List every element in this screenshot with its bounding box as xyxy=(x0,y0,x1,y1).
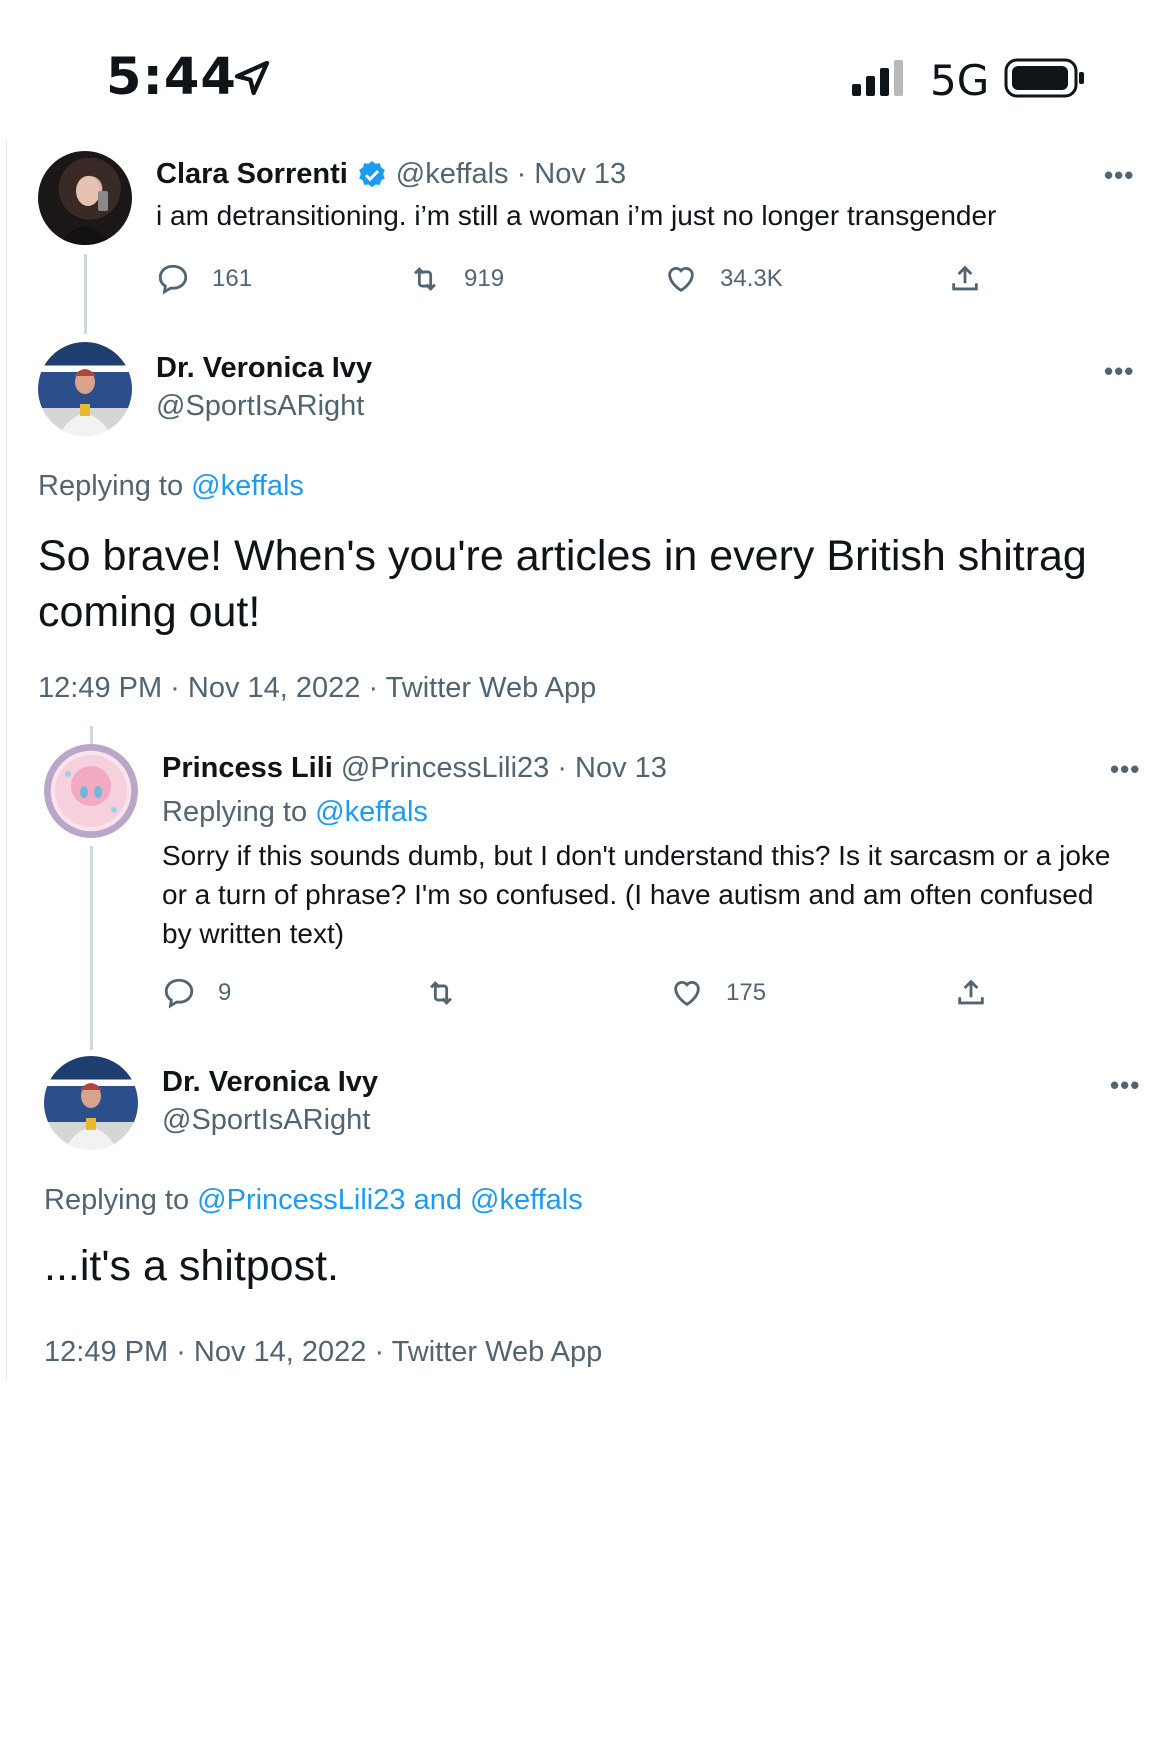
tweet-text: Sorry if this sounds dumb, but I don't u… xyxy=(162,840,1111,949)
avatar[interactable] xyxy=(44,1056,138,1150)
share-icon xyxy=(958,979,984,1005)
tweet-text: i am detransitioning. i’m still a woman … xyxy=(156,200,997,231)
retweet-button[interactable]: 919 xyxy=(408,262,504,296)
thread-line xyxy=(90,726,93,744)
replying-line: Replying to @keffals xyxy=(162,796,428,829)
verified-badge-icon xyxy=(358,160,385,187)
reply-count: 161 xyxy=(212,265,253,292)
handle-date[interactable]: @keffals · Nov 13 xyxy=(396,158,626,191)
avatar-photo xyxy=(64,1083,118,1150)
replying-prefix: Replying to xyxy=(38,470,184,502)
tweet-text: So brave! When's you're articles in ever… xyxy=(38,532,1087,636)
thread-line xyxy=(84,254,87,334)
reply-button[interactable]: 161 xyxy=(156,262,252,296)
more-icon[interactable]: ••• xyxy=(1110,754,1140,785)
reply-icon xyxy=(164,978,194,1009)
avatar[interactable] xyxy=(44,744,138,838)
location-arrow-icon xyxy=(234,60,270,96)
replying-to-link[interactable]: @PrincessLili23 and @keffals xyxy=(197,1184,583,1216)
network-type: 5G xyxy=(930,56,990,105)
handle[interactable]: @SportIsARight xyxy=(162,1104,370,1137)
like-count: 175 xyxy=(726,979,767,1006)
display-name[interactable]: Clara Sorrenti xyxy=(156,158,348,191)
reply-count: 9 xyxy=(218,979,232,1006)
frame-edge xyxy=(6,140,7,1380)
reply-button[interactable]: 9 xyxy=(162,976,231,1010)
status-bar: 5:44 5G xyxy=(0,0,1170,140)
share-button[interactable] xyxy=(948,262,982,296)
signal-icon xyxy=(852,60,903,96)
replying-to-link[interactable]: @keffals xyxy=(191,470,304,502)
tweet-header: Clara Sorrenti @keffals · Nov 13 xyxy=(156,158,626,191)
avatar-art xyxy=(55,755,127,827)
tweet-header: Princess Lili @PrincessLili23 · Nov 13 xyxy=(162,752,667,785)
battery-icon xyxy=(1004,58,1084,98)
like-count: 34.3K xyxy=(720,265,783,292)
thread-line xyxy=(90,846,93,1050)
avatar[interactable] xyxy=(38,342,132,436)
replying-line: Replying to @PrincessLili23 and @keffals xyxy=(44,1184,583,1217)
handle[interactable]: @SportIsARight xyxy=(156,390,364,423)
avatar[interactable] xyxy=(38,151,132,245)
avatar-photo xyxy=(58,369,112,436)
like-icon xyxy=(674,981,700,1006)
replying-prefix: Replying to xyxy=(44,1184,190,1216)
display-name[interactable]: Dr. Veronica Ivy xyxy=(162,1066,378,1099)
share-button[interactable] xyxy=(954,976,988,1010)
like-icon xyxy=(668,267,694,292)
more-icon[interactable]: ••• xyxy=(1104,160,1134,191)
tweet-text: ...it's a shitpost. xyxy=(44,1242,339,1290)
like-button[interactable]: 34.3K xyxy=(664,262,783,296)
retweet-count: 919 xyxy=(464,265,505,292)
tweet-footer: 12:49 PM · Nov 14, 2022 · Twitter Web Ap… xyxy=(44,1336,603,1368)
handle-date[interactable]: @PrincessLili23 · Nov 13 xyxy=(341,752,667,784)
more-icon[interactable]: ••• xyxy=(1110,1070,1140,1101)
reply-icon xyxy=(158,264,188,295)
replying-prefix: Replying to xyxy=(162,796,308,828)
tweet-footer: 12:49 PM · Nov 14, 2022 · Twitter Web Ap… xyxy=(38,672,597,704)
display-name[interactable]: Dr. Veronica Ivy xyxy=(156,352,372,385)
retweet-icon xyxy=(414,267,436,291)
replying-line: Replying to @keffals xyxy=(38,470,304,503)
like-button[interactable]: 175 xyxy=(670,976,766,1010)
display-name[interactable]: Princess Lili xyxy=(162,752,333,784)
retweet-button[interactable] xyxy=(424,976,458,1010)
status-time: 5:44 xyxy=(106,48,237,107)
share-icon xyxy=(952,265,978,291)
replying-to-link[interactable]: @keffals xyxy=(315,796,428,828)
avatar-photo xyxy=(58,176,112,245)
more-icon[interactable]: ••• xyxy=(1104,356,1134,387)
retweet-icon xyxy=(430,981,452,1005)
